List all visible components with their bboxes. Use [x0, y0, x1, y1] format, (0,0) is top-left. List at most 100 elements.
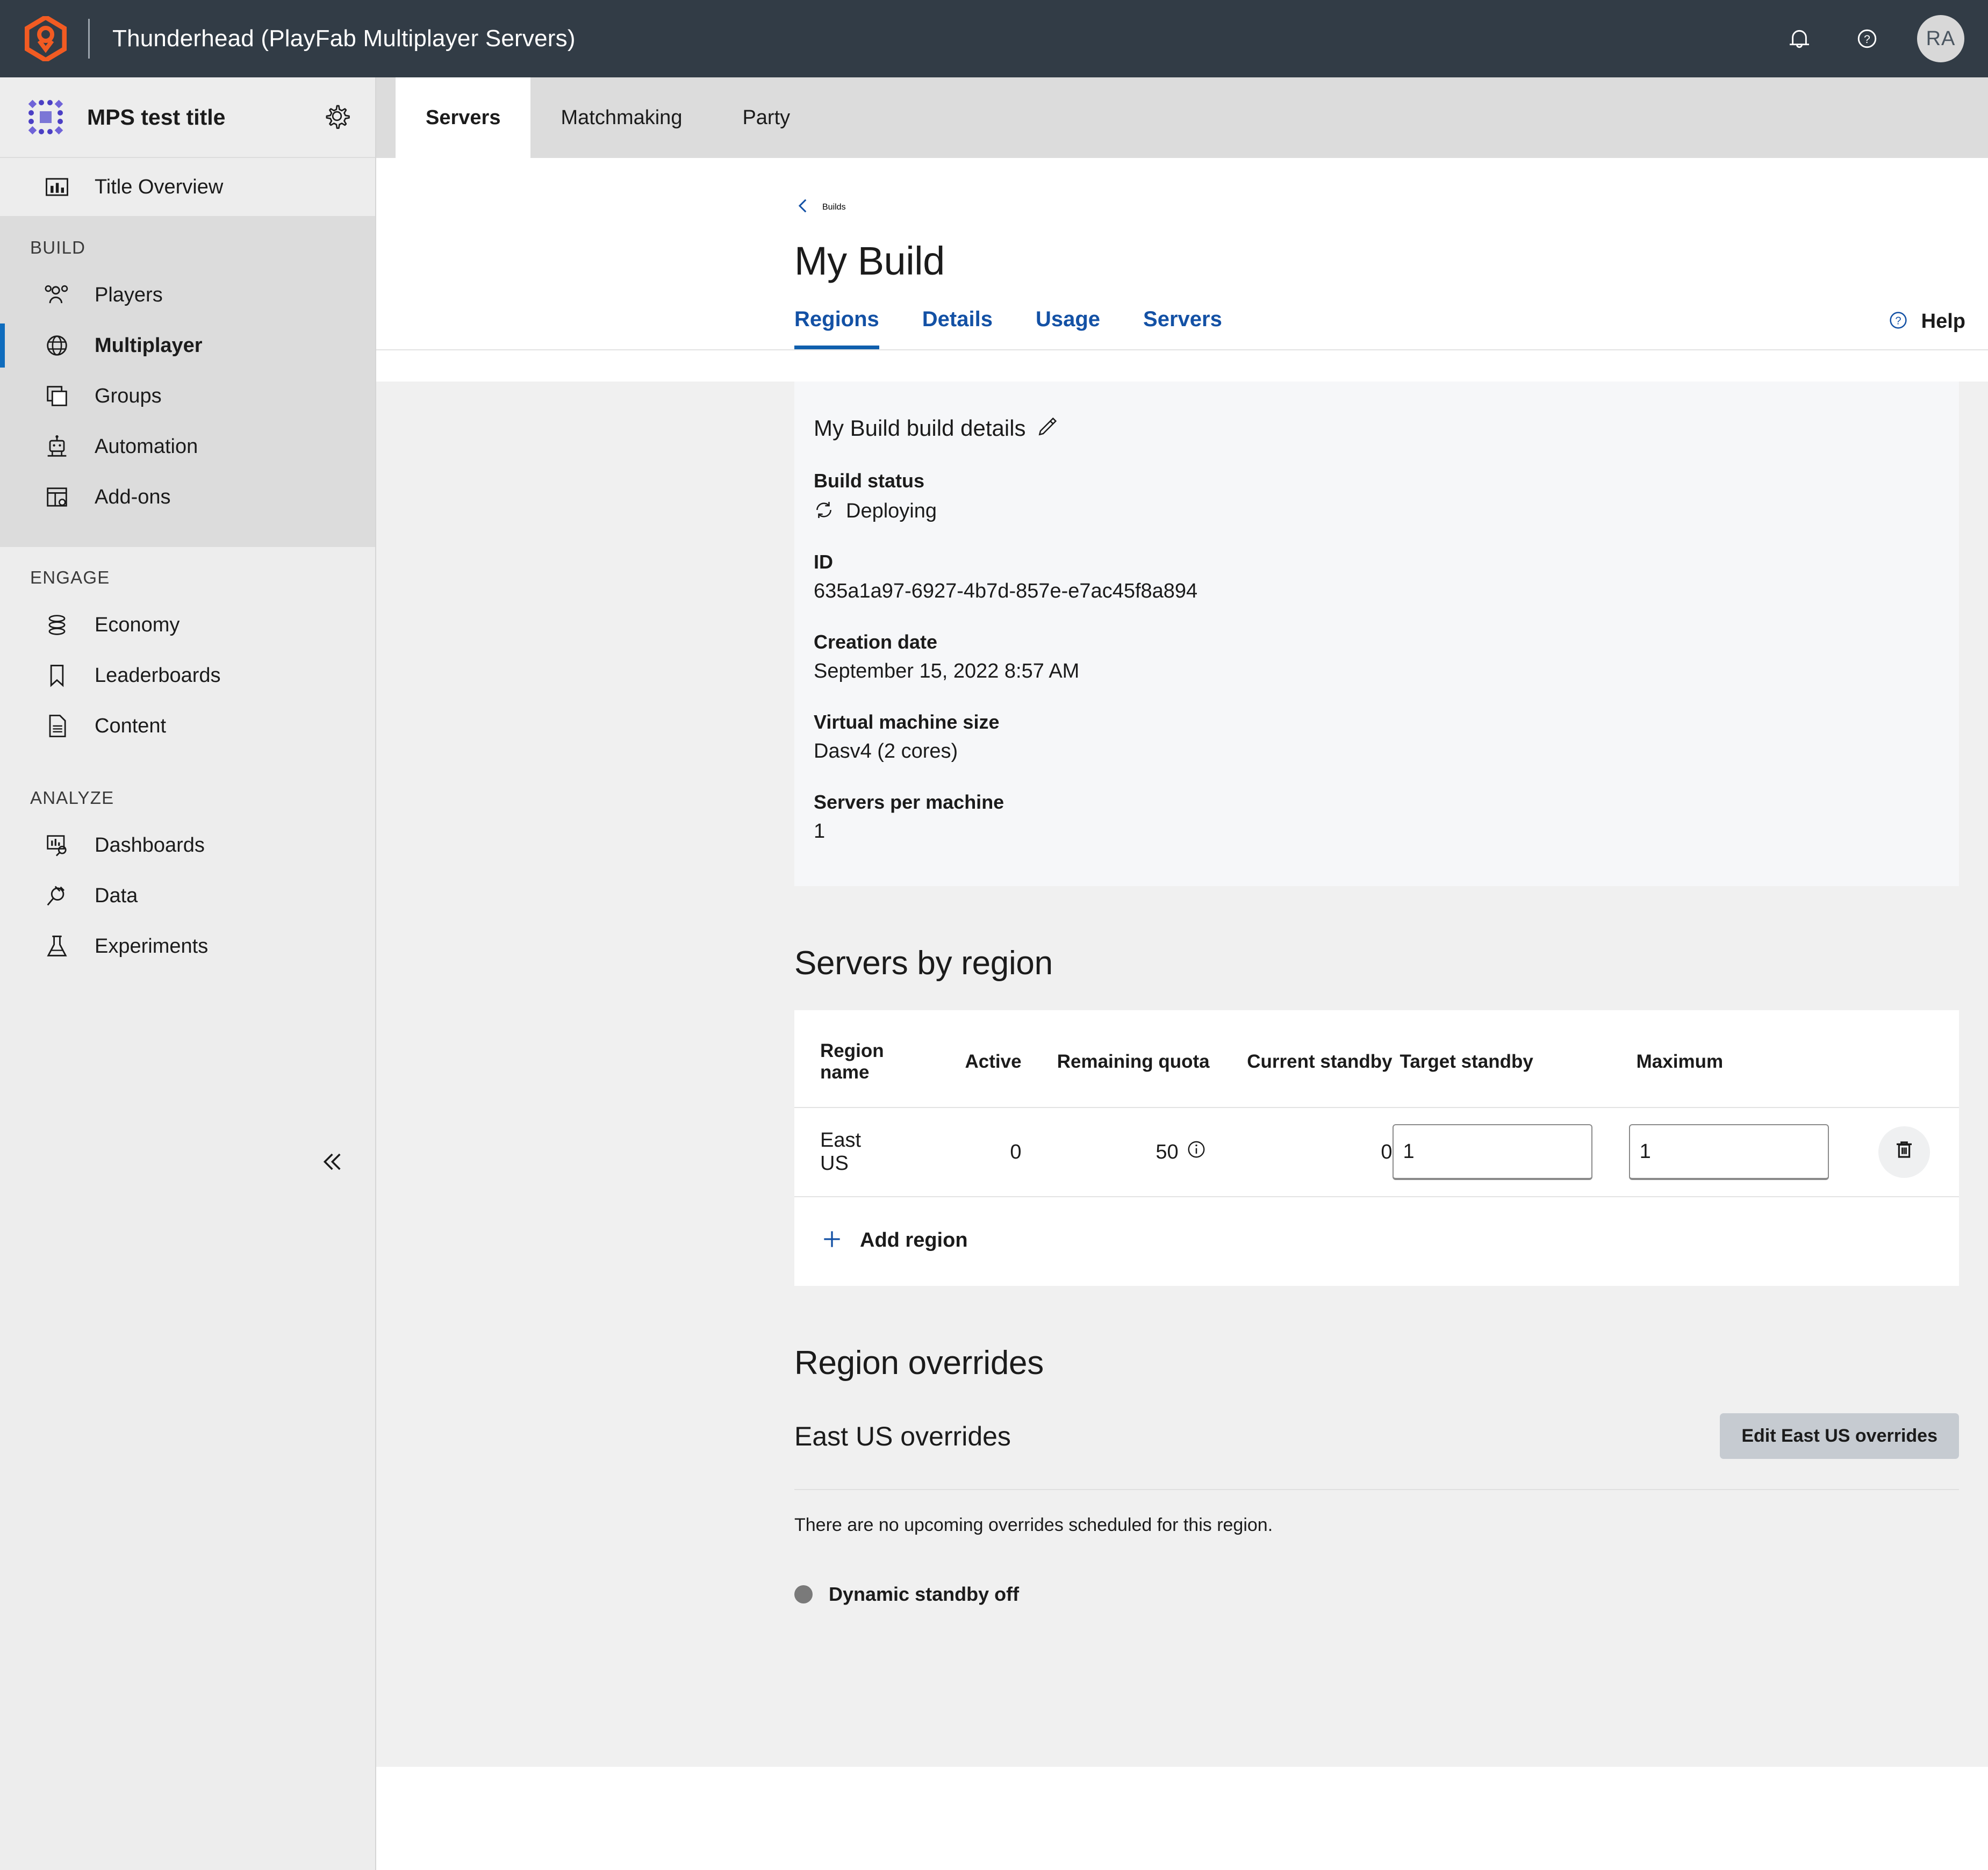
sidebar-item-add-ons[interactable]: Add-ons: [0, 472, 375, 522]
svg-text:?: ?: [1864, 33, 1870, 46]
tab-usage[interactable]: Usage: [1036, 307, 1100, 349]
sidebar-item-multiplayer[interactable]: Multiplayer: [0, 320, 375, 371]
avatar[interactable]: RA: [1917, 15, 1964, 62]
title-dots-square-icon: [28, 99, 63, 135]
sidebar-item-players[interactable]: Players: [0, 270, 375, 320]
brand: Thunderhead (PlayFab Multiplayer Servers…: [24, 14, 576, 63]
sidebar-group-analyze: ANALYZE Dashboards Data Experiments: [0, 767, 375, 988]
col-current-standby: Current standby: [1247, 1051, 1393, 1072]
field-label: ID: [814, 551, 833, 573]
cell-region-name: East US: [794, 1107, 884, 1197]
help-circle-icon[interactable]: ?: [1849, 21, 1885, 56]
field-servers-per-machine: Servers per machine 1: [814, 791, 1959, 843]
top-bar: Thunderhead (PlayFab Multiplayer Servers…: [0, 0, 1988, 77]
field-label: Creation date: [814, 631, 938, 653]
region-overrides-title: Region overrides: [794, 1344, 1044, 1382]
edit-east-us-overrides-button[interactable]: Edit East US overrides: [1720, 1413, 1959, 1459]
page-title: My Build: [794, 239, 945, 283]
tab-matchmaking[interactable]: Matchmaking: [530, 77, 712, 158]
sidebar-item-groups[interactable]: Groups: [0, 371, 375, 421]
robot-icon: [43, 433, 71, 461]
delete-region-button[interactable]: [1878, 1126, 1930, 1178]
field-id: ID 635a1a97-6927-4b7d-857e-e7ac45f8a894: [814, 551, 1959, 603]
maximum-input[interactable]: [1628, 1124, 1829, 1180]
info-circle-icon[interactable]: [1186, 1139, 1207, 1165]
sidebar-collapse-button[interactable]: [315, 1147, 347, 1179]
sidebar-item-label: Experiments: [95, 934, 209, 958]
no-overrides-note: There are no upcoming overrides schedule…: [794, 1515, 1273, 1535]
sidebar-item-leaderboards[interactable]: Leaderboards: [0, 650, 375, 701]
sidebar: MPS test title Title Overview BUILD Play…: [0, 77, 376, 1870]
sidebar-item-label: Leaderboards: [95, 664, 221, 687]
trash-icon: [1893, 1138, 1915, 1166]
sidebar-item-label: Automation: [95, 435, 198, 458]
add-region-button[interactable]: Add region: [794, 1197, 1959, 1286]
field-value: Deploying: [846, 500, 937, 522]
tab-regions[interactable]: Regions: [794, 307, 879, 349]
title-header: MPS test title: [0, 77, 375, 158]
cell-current-standby: 0: [1209, 1107, 1393, 1197]
breadcrumb[interactable]: Builds: [376, 158, 1988, 218]
table-header-row: Region name Active Remaining quota Curre…: [794, 1010, 1959, 1107]
table-gear-icon: [43, 483, 71, 511]
field-build-status: Build status Deploying: [814, 470, 1959, 523]
field-creation-date: Creation date September 15, 2022 8:57 AM: [814, 631, 1959, 683]
field-label: Build status: [814, 470, 925, 492]
field-value: September 15, 2022 8:57 AM: [814, 660, 1080, 682]
sidebar-group-heading: ENGAGE: [30, 567, 110, 587]
top-bar-actions: ? RA: [1782, 15, 1964, 62]
globe-icon: [43, 332, 71, 359]
tab-servers-sub[interactable]: Servers: [1143, 307, 1222, 349]
sidebar-item-label: Title Overview: [95, 175, 224, 198]
help-circle-icon: ?: [1886, 308, 1911, 335]
bar-chart-icon: [43, 173, 71, 201]
sidebar-item-label: Dashboards: [95, 833, 205, 857]
help-label: Help: [1921, 310, 1965, 333]
double-chevron-left-icon: [316, 1147, 346, 1179]
sidebar-item-content[interactable]: Content: [0, 701, 375, 751]
plus-icon: [820, 1227, 844, 1254]
field-label: Virtual machine size: [814, 711, 1000, 733]
sidebar-item-dashboards[interactable]: Dashboards: [0, 820, 375, 871]
cell-delete: [1865, 1107, 1959, 1197]
primary-tabs: Servers Matchmaking Party: [376, 77, 1988, 158]
tab-servers[interactable]: Servers: [396, 77, 531, 158]
col-active: Active: [965, 1051, 1022, 1072]
cell-remaining-quota: 50: [1021, 1107, 1210, 1197]
build-status-value: Deploying: [814, 500, 1959, 523]
cell-active: 0: [884, 1107, 1022, 1197]
field-vm-size: Virtual machine size Dasv4 (2 cores): [814, 711, 1959, 763]
flask-icon: [43, 932, 71, 960]
regions-table: Region name Active Remaining quota Curre…: [794, 1010, 1959, 1197]
secondary-tabs: Regions Details Usage Servers ? Help: [376, 284, 1988, 350]
scroll-area: My Build build details Build status Depl…: [376, 382, 1988, 1767]
people-icon: [43, 281, 71, 309]
sidebar-item-economy[interactable]: Economy: [0, 600, 375, 650]
target-standby-input[interactable]: [1392, 1124, 1592, 1180]
gear-icon[interactable]: [322, 102, 351, 133]
bell-icon[interactable]: [1782, 21, 1817, 56]
sidebar-item-experiments[interactable]: Experiments: [0, 921, 375, 972]
bookmark-icon: [43, 661, 71, 689]
sidebar-item-automation[interactable]: Automation: [0, 421, 375, 472]
col-maximum: Maximum: [1636, 1051, 1724, 1072]
col-region-name: Region name: [820, 1040, 884, 1083]
cell-target-standby: [1392, 1107, 1629, 1197]
tab-details[interactable]: Details: [922, 307, 993, 349]
help-link[interactable]: ? Help: [1886, 308, 1965, 335]
col-target-standby: Target standby: [1400, 1051, 1533, 1072]
tab-party[interactable]: Party: [712, 77, 820, 158]
sidebar-item-label: Multiplayer: [95, 334, 203, 357]
table-row: East US 0 50 0 1 1: [794, 1107, 1959, 1197]
page-body: Builds My Build Regions Details Usage Se…: [376, 158, 1988, 1870]
main-content: Servers Matchmaking Party Builds My Buil…: [376, 77, 1988, 1870]
sidebar-item-label: Economy: [95, 613, 180, 636]
dashboard-search-icon: [43, 831, 71, 859]
sidebar-item-title-overview[interactable]: Title Overview: [0, 158, 375, 217]
stacked-squares-icon: [43, 382, 71, 410]
brand-divider: [88, 19, 90, 59]
field-value: 635a1a97-6927-4b7d-857e-e7ac45f8a894: [814, 580, 1198, 602]
pencil-icon[interactable]: [1038, 415, 1059, 442]
document-icon: [43, 712, 71, 740]
sidebar-item-data[interactable]: Data: [0, 871, 375, 921]
